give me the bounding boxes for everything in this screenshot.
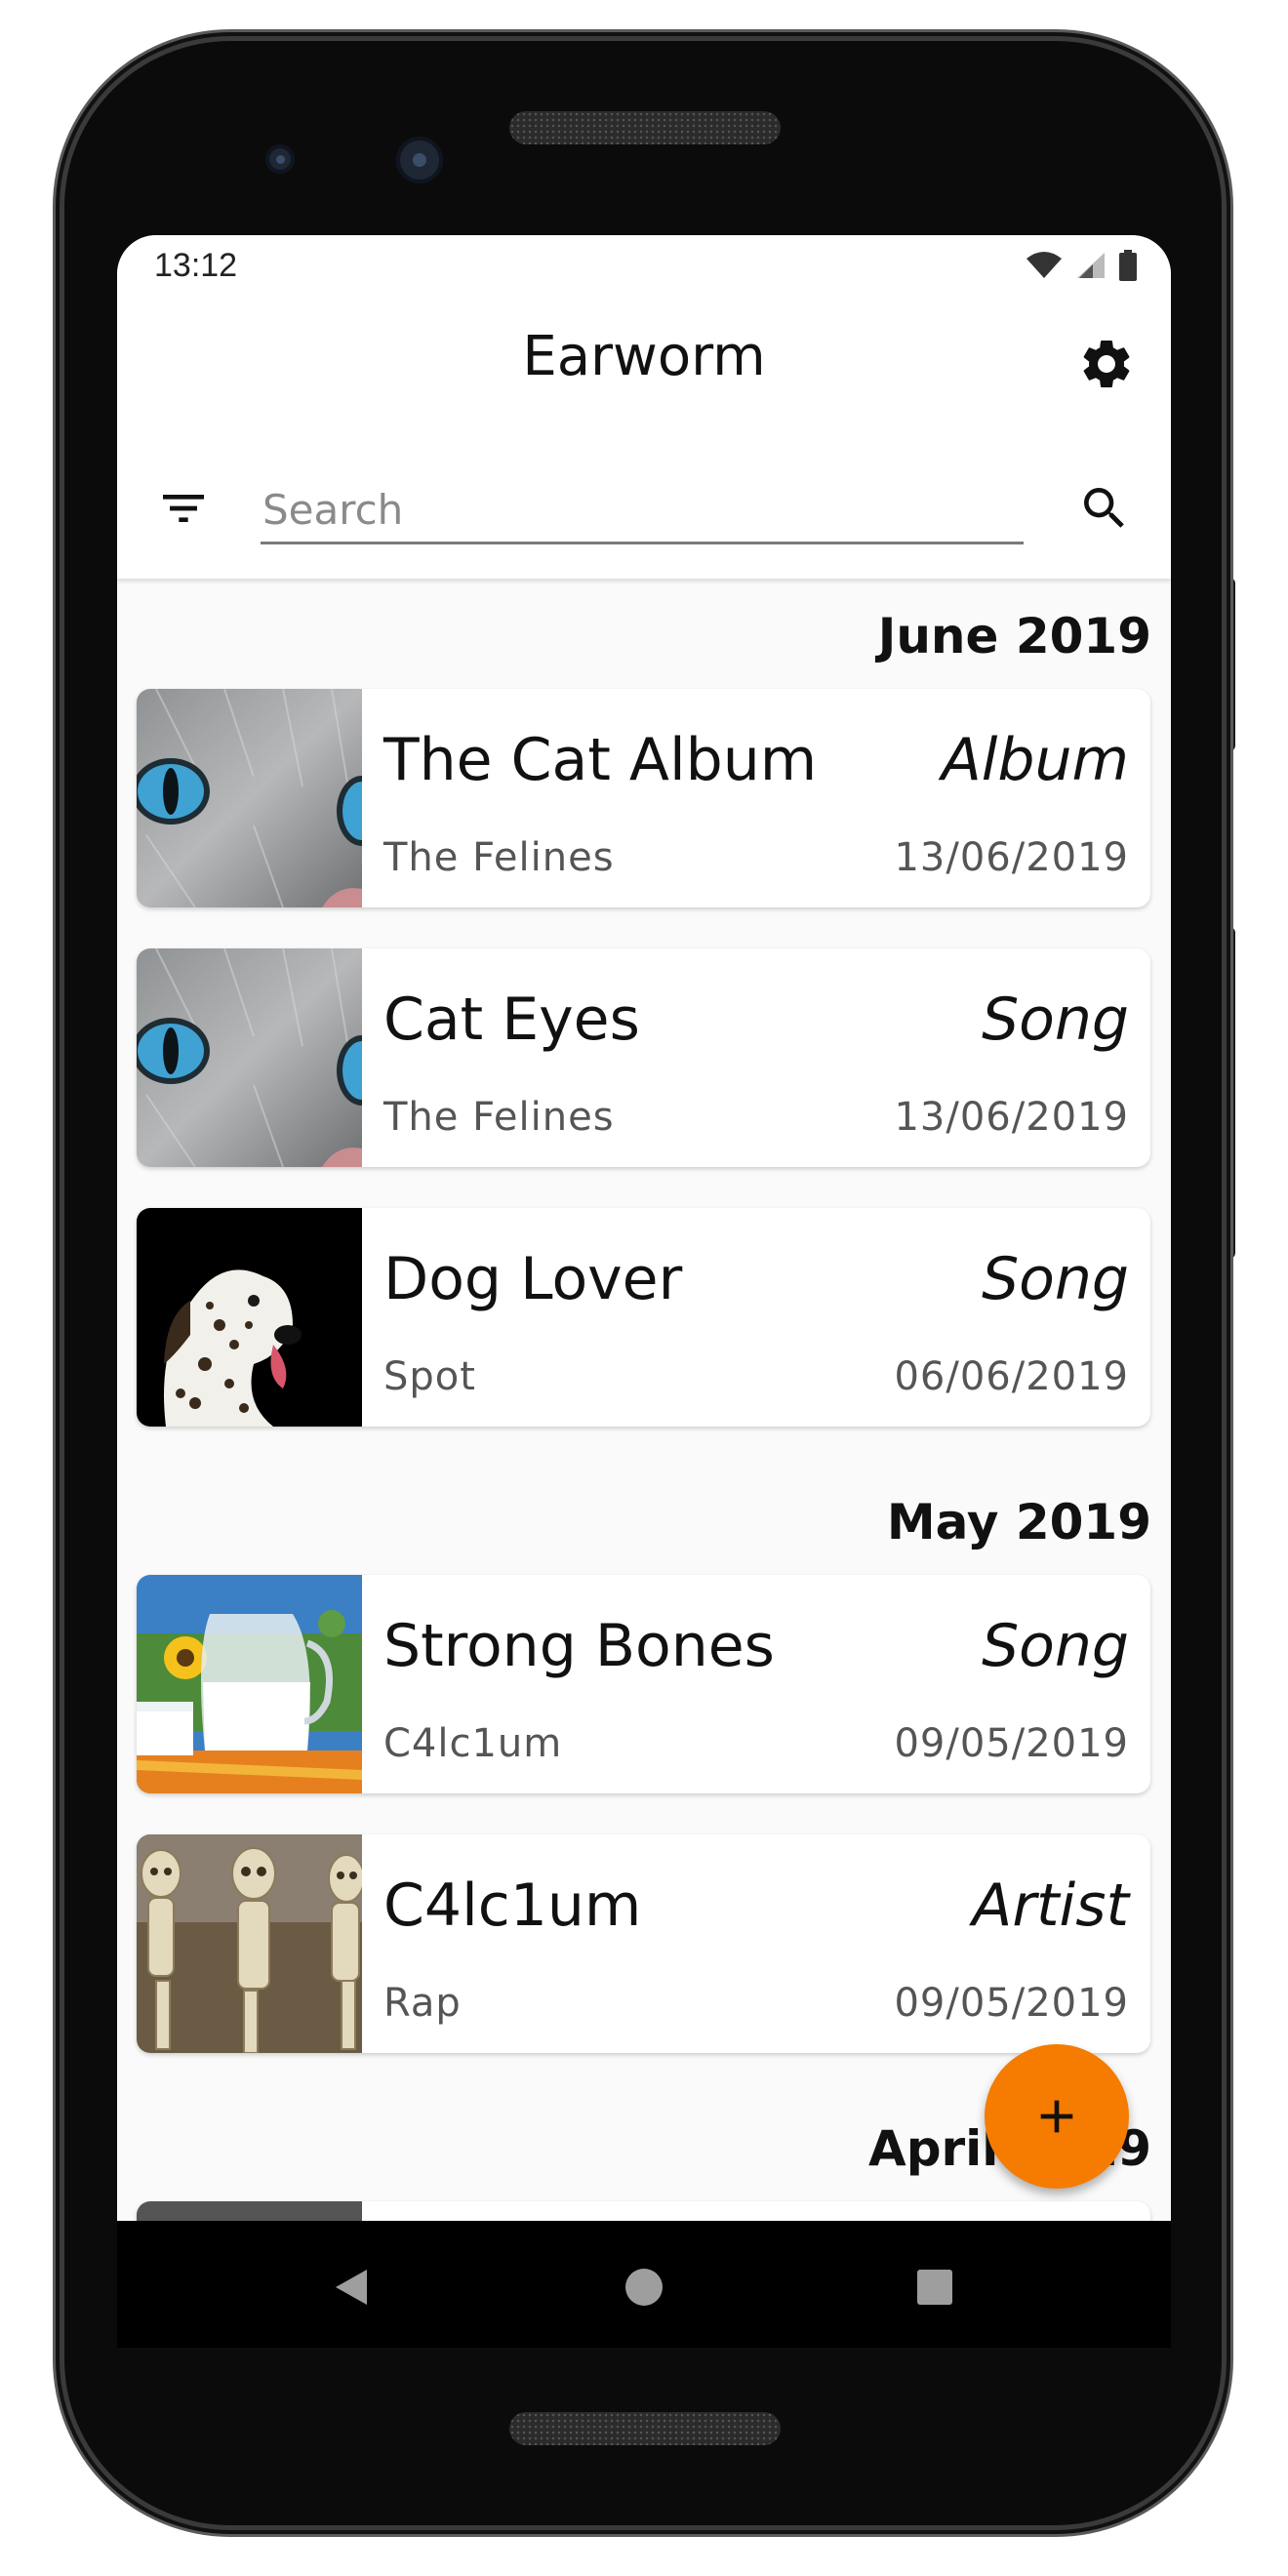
recents-button[interactable] bbox=[906, 2258, 964, 2316]
item-subtitle: The Felines bbox=[383, 1095, 615, 1140]
status-bar: 13:12 bbox=[117, 235, 1171, 296]
earpiece-speaker bbox=[509, 111, 781, 144]
front-camera bbox=[265, 144, 295, 174]
back-triangle-icon bbox=[336, 2270, 367, 2305]
item-date: 13/06/2019 bbox=[894, 835, 1129, 880]
item-title: Dog Lover bbox=[383, 1245, 683, 1313]
settings-button[interactable] bbox=[1077, 335, 1136, 393]
search-input[interactable] bbox=[261, 477, 1024, 544]
back-button[interactable] bbox=[322, 2258, 381, 2316]
milk-jug-image bbox=[137, 1575, 362, 1793]
power-button bbox=[1220, 578, 1235, 751]
dalmatian-image bbox=[137, 1208, 362, 1427]
app-bar: Earworm bbox=[117, 296, 1171, 442]
add-button[interactable] bbox=[985, 2044, 1129, 2189]
item-subtitle: Spot bbox=[383, 1354, 476, 1399]
item-title: C4lc1um bbox=[383, 1872, 642, 1940]
home-circle-icon bbox=[625, 2269, 663, 2306]
filter-button[interactable] bbox=[156, 481, 211, 536]
search-bar bbox=[117, 442, 1171, 579]
item-type: Song bbox=[982, 1245, 1129, 1313]
skeletons-image bbox=[137, 1834, 362, 2053]
item-subtitle: C4lc1um bbox=[383, 1721, 563, 1766]
list-item[interactable]: The Cat Album Album The Felines 13/06/20… bbox=[137, 689, 1150, 907]
list-item[interactable]: Dog Lover Song Spot 06/06/2019 bbox=[137, 1208, 1150, 1427]
list-item[interactable]: Strong Bones Song C4lc1um 09/05/2019 bbox=[137, 1575, 1150, 1793]
item-type: Artist bbox=[972, 1872, 1129, 1940]
search-button[interactable] bbox=[1077, 481, 1132, 536]
cell-signal-icon bbox=[1077, 253, 1105, 278]
list-item[interactable]: Cat Eyes Song The Felines 13/06/2019 bbox=[137, 948, 1150, 1167]
item-subtitle: The Felines bbox=[383, 835, 615, 880]
volume-button bbox=[1220, 927, 1235, 1259]
filter-icon bbox=[163, 495, 204, 522]
item-title: Cat Eyes bbox=[383, 986, 640, 1054]
item-title: Strong Bones bbox=[383, 1612, 775, 1680]
cat-eyes-image bbox=[137, 948, 362, 1167]
bottom-speaker bbox=[509, 2412, 781, 2445]
wifi-icon bbox=[1026, 252, 1062, 278]
system-nav-bar bbox=[117, 2221, 1171, 2348]
list-item[interactable]: C4lc1um Artist Rap 09/05/2019 bbox=[137, 1834, 1150, 2053]
item-date: 09/05/2019 bbox=[894, 1981, 1129, 2026]
item-type: Album bbox=[941, 726, 1129, 794]
item-title: The Cat Album bbox=[383, 726, 818, 794]
section-header: May 2019 bbox=[886, 1494, 1151, 1550]
item-subtitle: Rap bbox=[383, 1981, 462, 2026]
status-icons bbox=[1025, 250, 1138, 281]
front-camera-secondary bbox=[396, 137, 443, 183]
app-screen: 13:12 Earworm June 2019 bbox=[117, 235, 1171, 2221]
item-type: Song bbox=[982, 1612, 1129, 1680]
item-date: 06/06/2019 bbox=[894, 1354, 1129, 1399]
search-icon bbox=[1084, 488, 1124, 528]
battery-icon bbox=[1119, 250, 1137, 281]
plus-icon bbox=[1040, 2100, 1073, 2133]
status-time: 13:12 bbox=[154, 246, 238, 284]
recents-square-icon bbox=[917, 2270, 952, 2305]
home-button[interactable] bbox=[615, 2258, 673, 2316]
item-date: 13/06/2019 bbox=[894, 1095, 1129, 1140]
cat-eyes-image bbox=[137, 689, 362, 907]
partial-thumbnail bbox=[137, 2201, 362, 2221]
app-title: Earworm bbox=[522, 325, 766, 388]
gear-icon bbox=[1083, 341, 1130, 387]
item-type: Song bbox=[982, 986, 1129, 1054]
list-item[interactable] bbox=[137, 2201, 1150, 2221]
section-header: June 2019 bbox=[877, 608, 1151, 664]
item-date: 09/05/2019 bbox=[894, 1721, 1129, 1766]
